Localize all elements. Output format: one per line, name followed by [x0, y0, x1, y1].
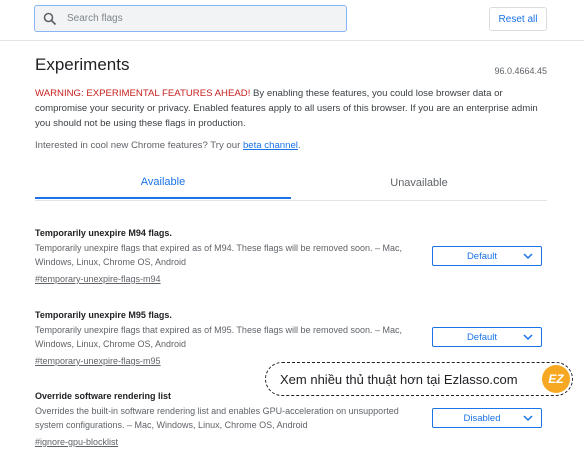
flag-select[interactable]: Disabled — [432, 408, 542, 428]
flag-item: Temporarily unexpire M95 flags. Temporar… — [35, 310, 547, 369]
search-box[interactable] — [34, 5, 347, 32]
reset-all-button[interactable]: Reset all — [489, 7, 547, 31]
flag-select-value: Disabled — [463, 412, 501, 424]
tab-unavailable[interactable]: Unavailable — [291, 166, 547, 199]
warning-prefix: WARNING: EXPERIMENTAL FEATURES AHEAD! — [35, 88, 251, 99]
beta-channel-link[interactable]: beta channel — [243, 140, 298, 151]
interest-end: . — [297, 140, 301, 151]
search-input[interactable] — [65, 12, 329, 25]
logo-text: EZ — [548, 372, 564, 386]
flag-anchor-link[interactable]: #ignore-gpu-blocklist — [35, 435, 118, 449]
flag-select-value: Default — [466, 250, 498, 262]
flag-item: Override software rendering list Overrid… — [35, 391, 547, 450]
warning-text: WARNING: EXPERIMENTAL FEATURES AHEAD! By… — [35, 86, 550, 131]
flag-description: Overrides the built-in software renderin… — [35, 406, 399, 430]
chevron-down-icon — [523, 251, 537, 261]
chevron-down-icon — [523, 332, 537, 342]
flag-anchor-link[interactable]: #temporary-unexpire-flags-m95 — [35, 354, 161, 368]
interest-label: Interested in cool new Chrome features? … — [35, 140, 243, 151]
flag-title: Temporarily unexpire M94 flags. — [35, 228, 172, 238]
flag-description: Temporarily unexpire flags that expired … — [35, 325, 403, 349]
tab-bar: Available Unavailable — [35, 166, 547, 201]
flag-anchor-link[interactable]: #temporary-unexpire-flags-m94 — [35, 272, 161, 286]
version-label: 96.0.4664.45 — [494, 66, 547, 76]
search-icon — [43, 11, 59, 27]
flag-select-value: Default — [466, 331, 498, 343]
flag-item: Temporarily unexpire M94 flags. Temporar… — [35, 228, 547, 287]
tab-available[interactable]: Available — [35, 166, 291, 199]
watermark-banner: Xem nhiều thủ thuật hơn tại Ezlasso.com … — [265, 362, 573, 396]
interest-text: Interested in cool new Chrome features? … — [35, 140, 301, 151]
flag-description: Temporarily unexpire flags that expired … — [35, 243, 403, 267]
watermark-text: Xem nhiều thủ thuật hơn tại Ezlasso.com — [280, 371, 518, 387]
flag-title: Temporarily unexpire M95 flags. — [35, 310, 172, 320]
chevron-down-icon — [523, 413, 537, 423]
ezlasso-logo: EZ — [542, 365, 570, 393]
flag-select[interactable]: Default — [432, 246, 542, 266]
header-bar: Reset all — [0, 0, 584, 41]
flag-select[interactable]: Default — [432, 327, 542, 347]
page-title: Experiments — [35, 55, 130, 74]
